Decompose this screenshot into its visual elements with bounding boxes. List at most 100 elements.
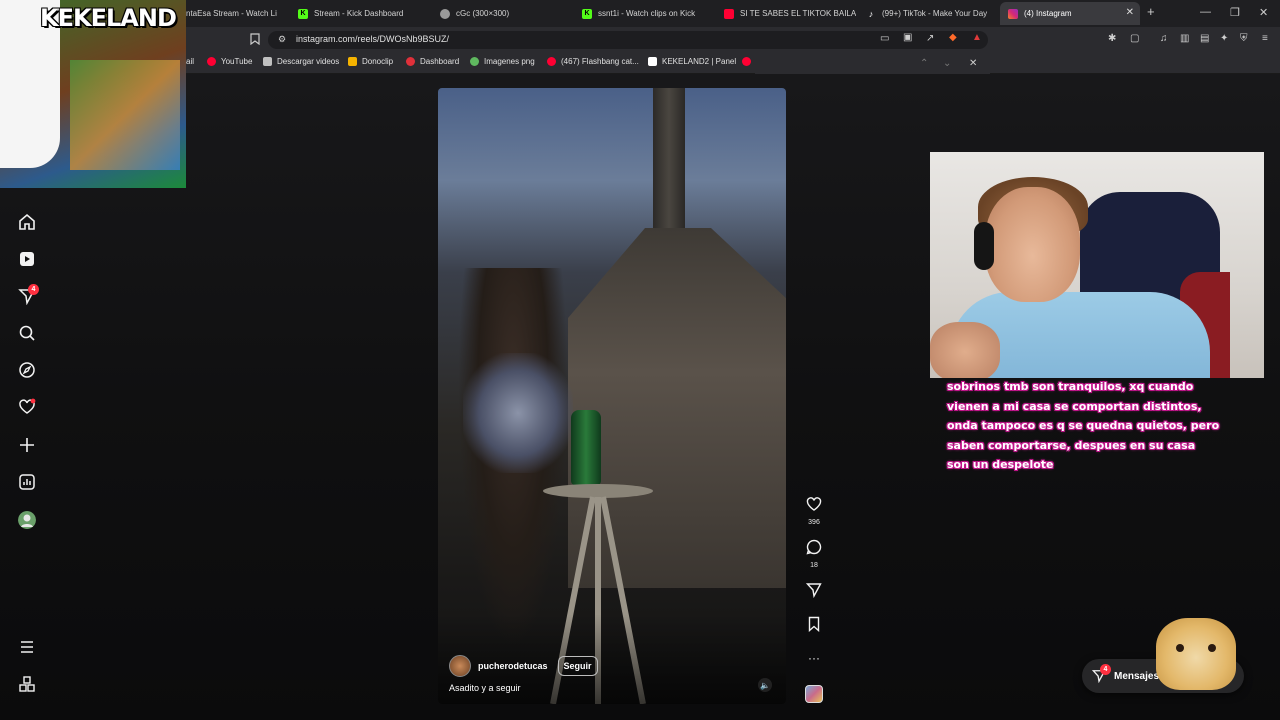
messages-label: Mensajes xyxy=(1114,671,1160,682)
comment-button[interactable]: 18 xyxy=(804,539,824,569)
chat-line: saben comportarse, despues en su casa xyxy=(947,438,1196,452)
vpn-icon[interactable]: ⛨ xyxy=(1240,33,1248,44)
minimize-icon[interactable]: — xyxy=(1200,6,1211,18)
panel-icon xyxy=(648,57,657,66)
messages-icon[interactable]: 4 xyxy=(18,284,39,306)
new-tab-icon[interactable]: + xyxy=(1147,4,1155,19)
hamster-emote xyxy=(1156,618,1236,690)
headset-icon xyxy=(974,222,994,270)
kick-icon: K xyxy=(582,8,592,19)
dashboard-icon xyxy=(406,57,415,66)
search-icon[interactable] xyxy=(18,324,36,342)
bookmarks-bar: ail YouTube Descargar videos Donoclip Da… xyxy=(0,52,1280,74)
tiktok-icon: ♪ xyxy=(868,8,874,19)
logo-text: KEKELAND xyxy=(40,4,177,32)
url-text: instagram.com/reels/DWOsNb9BSUZ/ xyxy=(296,34,450,44)
bookmark-mail[interactable]: ail xyxy=(186,57,194,66)
explore-icon[interactable] xyxy=(18,361,36,379)
bookmark-dashboard[interactable]: Dashboard xyxy=(406,57,459,66)
tab-stream[interactable]: ntaEsa Stream - Watch Li xyxy=(178,2,288,25)
author-name[interactable]: pucherodetucas xyxy=(478,661,548,671)
find-next-icon[interactable]: ⌄ xyxy=(943,58,951,69)
video-chimney xyxy=(653,88,685,228)
reader-icon[interactable]: ▣ xyxy=(903,32,912,43)
share-button[interactable] xyxy=(804,582,824,603)
bookmark-icon xyxy=(808,616,820,633)
share-icon[interactable]: ↗ xyxy=(926,33,934,44)
youtube-icon xyxy=(207,57,216,66)
author-avatar[interactable] xyxy=(449,655,471,677)
profile-avatar[interactable] xyxy=(18,511,36,529)
globe-icon xyxy=(440,8,450,19)
address-bar: ⚙ instagram.com/reels/DWOsNb9BSUZ/ ▭ ▣ ↗… xyxy=(0,27,1280,52)
home-icon[interactable] xyxy=(18,213,36,231)
close-window-icon[interactable]: ✕ xyxy=(1259,6,1268,19)
dashboard-icon[interactable] xyxy=(18,473,36,491)
volume-icon[interactable]: 🔈 xyxy=(758,678,772,692)
audio-thumbnail[interactable] xyxy=(805,685,823,703)
media-icon[interactable]: ♫ xyxy=(1160,33,1168,44)
like-count: 396 xyxy=(808,519,820,526)
bookmark-icon[interactable] xyxy=(250,33,260,48)
rewards-icon[interactable]: ▲ xyxy=(972,32,982,43)
wallet-icon[interactable]: ▤ xyxy=(1200,33,1209,44)
maximize-icon[interactable]: ❐ xyxy=(1230,6,1240,19)
webcam-overlay xyxy=(930,152,1264,378)
more-options-icon[interactable]: ··· xyxy=(804,651,824,665)
menu-icon[interactable] xyxy=(18,638,36,656)
screenshot-icon[interactable]: ▢ xyxy=(1130,33,1139,44)
reel-video[interactable] xyxy=(438,88,786,704)
extensions-icon[interactable]: ✱ xyxy=(1108,33,1116,44)
tab-instagram[interactable]: (4) Instagram ✕ xyxy=(1000,2,1140,25)
reels-icon[interactable] xyxy=(18,250,36,268)
bookmark-flashbang[interactable]: (467) Flashbang cat... xyxy=(547,57,639,66)
kick-icon: K xyxy=(298,8,308,19)
find-prev-icon[interactable]: ⌃ xyxy=(920,58,928,69)
chat-line: son un despelote xyxy=(947,458,1054,471)
browser-tab-bar: ntaEsa Stream - Watch Li K Stream - Kick… xyxy=(0,0,1280,27)
tab-cgc[interactable]: cGc (300×300) xyxy=(432,2,572,25)
notifications-icon[interactable] xyxy=(18,398,36,416)
stream-chat-overlay: sobrinos tmb son tranquilos, xq cuando v… xyxy=(947,377,1267,475)
follow-button[interactable]: Seguir xyxy=(557,656,598,676)
sidebar-toggle-icon[interactable]: ▥ xyxy=(1180,33,1189,44)
send-icon: 4 xyxy=(1091,664,1111,684)
bookmark-youtube[interactable]: YouTube xyxy=(207,57,252,66)
leo-icon[interactable]: ✦ xyxy=(1220,33,1228,44)
brave-shield-icon[interactable]: ◆ xyxy=(949,32,957,43)
bookmark-donoclip[interactable]: Donoclip xyxy=(348,57,393,66)
bookmark-descargar[interactable]: Descargar videos xyxy=(263,57,339,66)
close-tab-icon[interactable]: ✕ xyxy=(1126,7,1134,18)
reel-caption[interactable]: Asadito y a seguir xyxy=(449,683,521,693)
heart-icon xyxy=(806,497,822,511)
video-bottle xyxy=(571,410,601,485)
chat-line: sobrinos tmb son tranquilos, xq cuando xyxy=(947,380,1194,393)
browser-menu-icon[interactable]: ≡ xyxy=(1262,33,1268,44)
apps-icon[interactable] xyxy=(18,675,36,693)
find-close-icon[interactable]: ✕ xyxy=(969,58,977,69)
cast-icon[interactable]: ▭ xyxy=(880,33,889,44)
bookmark-youtube-more[interactable] xyxy=(742,57,756,66)
comment-count: 18 xyxy=(810,562,818,569)
youtube-icon xyxy=(724,8,734,19)
create-icon[interactable] xyxy=(18,436,36,454)
tab-kick-dashboard[interactable]: K Stream - Kick Dashboard xyxy=(290,2,430,25)
youtube-icon xyxy=(547,57,556,66)
video-skirt xyxy=(463,353,573,473)
bookmark-imagenes[interactable]: Imagenes png xyxy=(470,57,535,66)
donoclip-icon xyxy=(348,57,357,66)
save-button[interactable] xyxy=(804,616,824,637)
tab-tiktok[interactable]: ♪ (99+) TikTok - Make Your Day xyxy=(858,2,1000,25)
chat-line: onda tampoco es q se quedna quietos, per… xyxy=(947,419,1220,432)
tab-youtube-tiktok[interactable]: SI TE SABES EL TIKTOK BAILA! xyxy=(716,2,856,25)
webcam-hand xyxy=(930,322,1000,378)
bookmark-kekeland-panel[interactable]: KEKELAND2 | Panel xyxy=(648,57,736,66)
stream-logo-overlay: KEKELAND xyxy=(0,0,186,188)
messages-badge: 4 xyxy=(1100,664,1111,675)
comment-icon xyxy=(806,539,822,555)
chat-line: vienen a mi casa se comportan distintos, xyxy=(947,399,1202,413)
tab-kick-clips[interactable]: K ssnt1i - Watch clips on Kick xyxy=(574,2,714,25)
site-settings-icon[interactable]: ⚙ xyxy=(278,34,286,45)
like-button[interactable]: 396 xyxy=(804,496,824,526)
instagram-icon xyxy=(1008,8,1018,19)
